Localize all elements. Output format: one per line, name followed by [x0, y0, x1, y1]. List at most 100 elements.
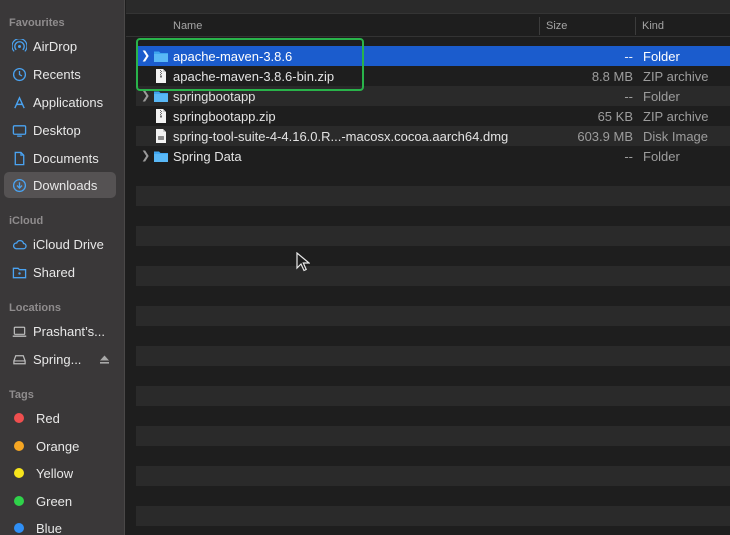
file-size: -- [624, 89, 633, 104]
sidebar-item-label: Applications [33, 94, 104, 110]
file-size: -- [624, 149, 633, 164]
file-list-pane: Name Size Kind ❯ apache-maven-3.8.6 -- F… [126, 0, 730, 535]
file-name: spring-tool-suite-4-4.16.0.R...-macosx.c… [173, 129, 509, 144]
tag-dot-icon [14, 441, 24, 451]
column-header-name[interactable]: Name [173, 20, 202, 32]
sidebar-item-tag-orange[interactable]: Orange [4, 433, 116, 459]
file-size: 65 KB [597, 109, 633, 124]
airdrop-icon [11, 38, 27, 54]
tag-dot-icon [14, 523, 24, 533]
sidebar-item-label: iCloud Drive [33, 236, 104, 252]
file-row-springbootapp-folder[interactable]: ❯ springbootapp -- Folder [136, 86, 730, 106]
column-header-kind[interactable]: Kind [642, 20, 664, 32]
sidebar-item-label: Spring... [33, 351, 82, 367]
sidebar-item-label: Desktop [33, 122, 81, 138]
section-heading-favourites: Favourites [9, 17, 65, 29]
empty-row [136, 206, 730, 226]
sidebar-item-label: Documents [33, 150, 99, 166]
file-name: apache-maven-3.8.6-bin.zip [173, 69, 335, 84]
empty-row [136, 326, 730, 346]
column-divider[interactable] [539, 17, 540, 35]
empty-row [136, 486, 730, 506]
empty-row [136, 186, 730, 206]
sidebar-item-icloud-drive[interactable]: iCloud Drive [4, 231, 116, 257]
file-kind: Folder [643, 49, 680, 64]
column-divider[interactable] [635, 17, 636, 35]
empty-row [136, 506, 730, 526]
section-heading-tags: Tags [9, 389, 34, 401]
file-name: springbootapp.zip [173, 109, 276, 124]
empty-row [136, 346, 730, 366]
sidebar-item-airdrop[interactable]: AirDrop [4, 33, 116, 59]
shared-folder-icon [11, 264, 27, 280]
empty-row [136, 266, 730, 286]
file-row-spring-data-folder[interactable]: ❯ Spring Data -- Folder [136, 146, 730, 166]
disclosure-chevron-icon[interactable]: ❯ [141, 89, 151, 103]
file-size: 603.9 MB [577, 129, 633, 144]
empty-row [136, 366, 730, 386]
file-size: -- [624, 49, 633, 64]
sidebar-item-documents[interactable]: Documents [4, 145, 116, 171]
column-header-size[interactable]: Size [546, 20, 567, 32]
applications-icon [11, 94, 27, 110]
sidebar-item-label: Yellow [36, 465, 74, 481]
empty-row [136, 166, 730, 186]
empty-row [136, 226, 730, 246]
sidebar-item-desktop[interactable]: Desktop [4, 117, 116, 143]
sidebar-item-applications[interactable]: Applications [4, 89, 116, 115]
section-heading-icloud: iCloud [9, 215, 44, 227]
folder-icon [154, 51, 168, 62]
sidebar-item-shared[interactable]: Shared [4, 259, 116, 285]
file-row-apache-maven-folder[interactable]: ❯ apache-maven-3.8.6 -- Folder [136, 46, 730, 66]
sidebar-item-label: Shared [33, 264, 75, 280]
file-kind: Folder [643, 149, 680, 164]
empty-row [136, 426, 730, 446]
sidebar-item-label: Red [36, 410, 60, 426]
disclosure-chevron-icon[interactable]: ❯ [141, 149, 151, 163]
toolbar-strip [126, 0, 730, 14]
folder-icon [154, 151, 168, 162]
cloud-icon [11, 236, 27, 252]
sidebar-item-tag-red[interactable]: Red [4, 405, 116, 431]
disclosure-chevron-icon[interactable]: ❯ [141, 49, 151, 63]
file-kind: ZIP archive [643, 69, 709, 84]
folder-icon [154, 91, 168, 102]
sidebar-item-tag-yellow[interactable]: Yellow [4, 460, 116, 486]
sidebar-item-spring-disk[interactable]: Spring... [4, 346, 116, 372]
sidebar: Favourites AirDrop Recents Applications … [0, 0, 125, 535]
file-name: apache-maven-3.8.6 [173, 49, 293, 64]
download-icon [11, 177, 27, 193]
tag-dot-icon [14, 413, 24, 423]
sidebar-item-label: Blue [36, 520, 63, 535]
sidebar-item-label: Orange [36, 438, 80, 454]
sidebar-item-tag-green[interactable]: Green [4, 488, 116, 514]
clock-icon [11, 66, 27, 82]
eject-icon[interactable] [99, 353, 110, 368]
sidebar-item-computer[interactable]: Prashant’s... [4, 318, 116, 344]
sidebar-item-label: Recents [33, 66, 81, 82]
sidebar-item-label: Green [36, 493, 73, 509]
zip-file-icon [156, 109, 166, 123]
laptop-icon [11, 323, 27, 339]
column-header: Name Size Kind [126, 15, 730, 37]
file-row-apache-maven-zip[interactable]: apache-maven-3.8.6-bin.zip 8.8 MB ZIP ar… [136, 66, 730, 86]
disk-image-icon [156, 129, 166, 143]
mouse-cursor-icon [296, 252, 310, 272]
document-icon [11, 150, 27, 166]
file-kind: ZIP archive [643, 109, 709, 124]
file-row-spring-tool-suite-dmg[interactable]: spring-tool-suite-4-4.16.0.R...-macosx.c… [136, 126, 730, 146]
empty-row [136, 446, 730, 466]
sidebar-item-downloads[interactable]: Downloads [4, 172, 116, 198]
sidebar-item-tag-blue[interactable]: Blue [4, 515, 116, 535]
file-row-springbootapp-zip[interactable]: springbootapp.zip 65 KB ZIP archive [136, 106, 730, 126]
empty-row [136, 286, 730, 306]
file-kind: Disk Image [643, 129, 709, 144]
empty-row [136, 466, 730, 486]
file-name: springbootapp [173, 89, 256, 104]
tag-dot-icon [14, 468, 24, 478]
file-size: 8.8 MB [591, 69, 633, 84]
sidebar-item-label: AirDrop [33, 38, 78, 54]
file-kind: Folder [643, 89, 680, 104]
sidebar-item-recents[interactable]: Recents [4, 61, 116, 87]
desktop-icon [11, 122, 27, 138]
